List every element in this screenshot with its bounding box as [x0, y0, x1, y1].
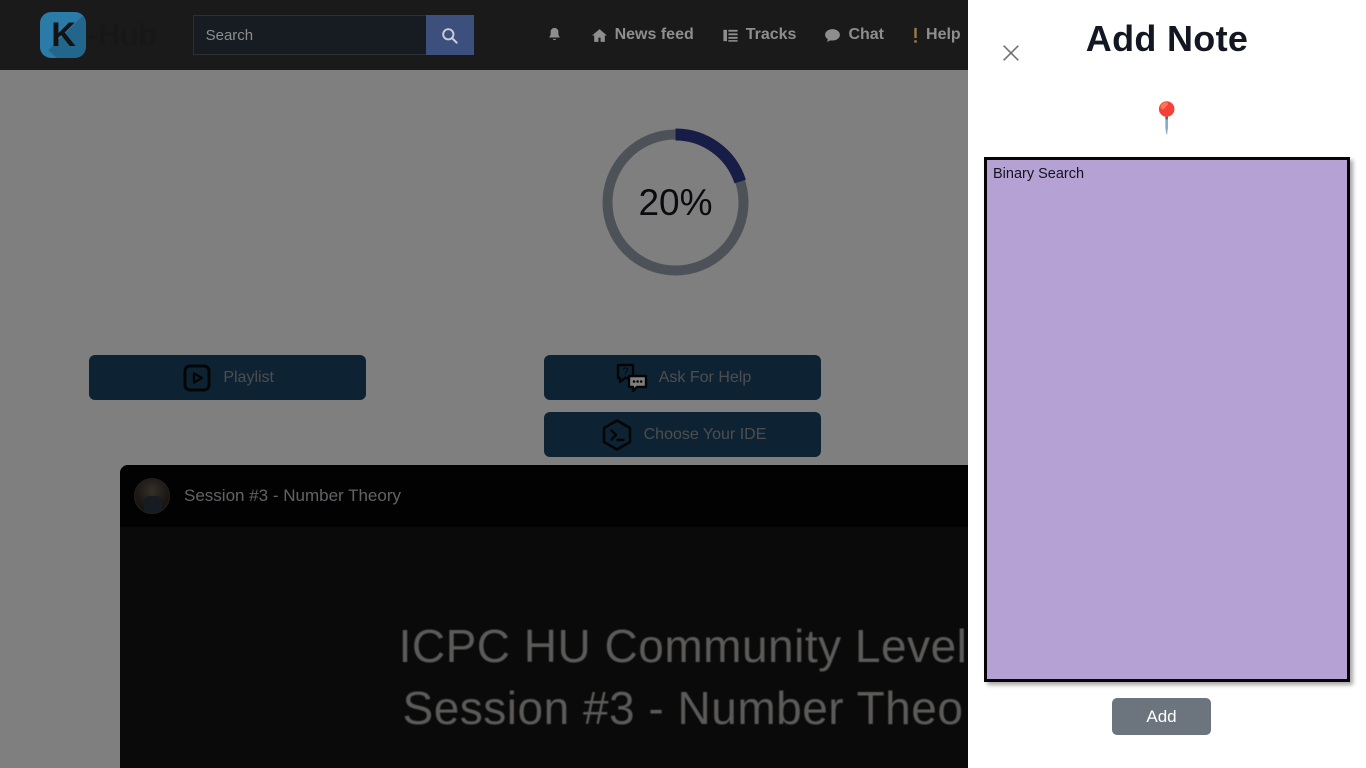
nav-link-label: Tracks: [745, 26, 797, 43]
video-title: Session #3 - Number Theory: [184, 486, 402, 505]
logo-letter: K: [51, 16, 76, 54]
exclamation-icon: [912, 27, 919, 44]
action-column-center: ? Ask For Help Choose Your IDE: [544, 355, 822, 457]
home-icon: [591, 27, 608, 44]
playlist-button[interactable]: Playlist: [89, 355, 367, 400]
sidebar-item-tracks[interactable]: Tracks: [722, 26, 797, 44]
brand-logo[interactable]: K -Hub: [40, 12, 157, 58]
sidebar-item-news-feed[interactable]: News feed: [591, 26, 694, 44]
screen-root: K -Hub Search News feed Tracks Chat Help…: [0, 0, 1366, 768]
add-note-panel: Add Note 📍 Add: [968, 0, 1366, 768]
page-title: Add Note: [1085, 18, 1249, 59]
search-input[interactable]: [192, 15, 426, 55]
video-slide-line-2: Session #3 - Number Theo: [402, 682, 964, 734]
ask-for-help-button-label: Ask For Help: [658, 368, 752, 386]
nav-link-label: Help: [926, 26, 961, 43]
choose-your-ide-button[interactable]: Choose Your IDE: [544, 412, 822, 457]
svg-text:?: ?: [622, 366, 628, 378]
choose-your-ide-button-label: Choose Your IDE: [643, 425, 767, 443]
progress-percent: 20%: [638, 181, 713, 223]
avatar: [134, 478, 170, 514]
search-icon: [442, 27, 458, 44]
note-textarea[interactable]: [984, 157, 1350, 682]
list-icon: [722, 27, 739, 44]
question-chat-icon: ?: [615, 362, 649, 394]
nav-link-label: News feed: [614, 26, 694, 43]
playlist-button-label: Playlist: [223, 368, 274, 386]
brand-text: -Hub: [88, 17, 157, 52]
action-column-left: Playlist: [89, 355, 367, 400]
bell-icon: [546, 26, 563, 44]
search-button[interactable]: [425, 15, 474, 55]
terminal-hexagon-icon: [600, 418, 634, 452]
nav-link-label: Chat: [848, 26, 885, 43]
search-bar: [192, 15, 474, 55]
play-box-icon: [181, 362, 213, 394]
k-hub-logo-icon: K: [40, 12, 86, 58]
add-button[interactable]: Add: [1112, 698, 1211, 735]
ask-for-help-button[interactable]: ? Ask For Help: [544, 355, 822, 400]
pushpin-icon: 📍: [1148, 102, 1186, 135]
notifications-button[interactable]: [546, 26, 563, 44]
nav-links: News feed Tracks Chat Help: [546, 26, 961, 44]
sidebar-item-help[interactable]: Help: [912, 26, 961, 44]
progress-ring: 20%: [598, 125, 753, 280]
video-slide-line-1: ICPC HU Community Level: [398, 620, 968, 672]
sidebar-item-chat[interactable]: Chat: [824, 26, 884, 44]
comment-icon: [824, 27, 841, 44]
